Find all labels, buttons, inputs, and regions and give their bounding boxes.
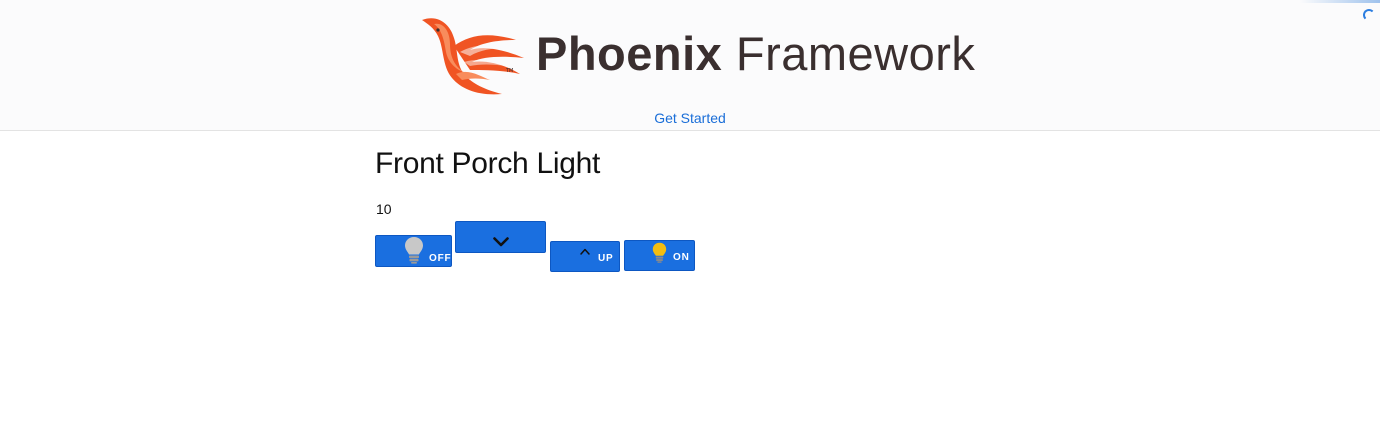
loading-spinner-icon [1363,9,1375,21]
off-label: OFF [429,253,452,264]
light-off-button[interactable]: OFF [375,235,452,267]
caret-up-icon [580,248,590,255]
site-header: TM Phoenix Framework Get Started [0,0,1380,131]
loading-progress-bar [1300,0,1380,3]
light-level-value: 10 [376,201,392,217]
lightbulb-off-icon [405,237,423,264]
brand-wordmark: Phoenix Framework [536,26,975,82]
brighten-up-button[interactable]: UP [550,241,620,272]
on-label: ON [673,252,690,263]
up-label: UP [598,253,614,264]
brand-name-bold: Phoenix [536,27,723,80]
brand-name-light: Framework [735,27,976,80]
light-on-button[interactable]: ON [624,240,695,271]
chevron-down-icon [493,237,509,247]
lightbulb-on-icon [652,242,667,263]
get-started-link[interactable]: Get Started [0,109,1380,127]
svg-text:TM: TM [505,68,513,74]
phoenix-logo-icon[interactable]: TM [420,16,530,96]
page-title: Front Porch Light [375,147,601,180]
dim-down-button[interactable] [455,221,546,253]
